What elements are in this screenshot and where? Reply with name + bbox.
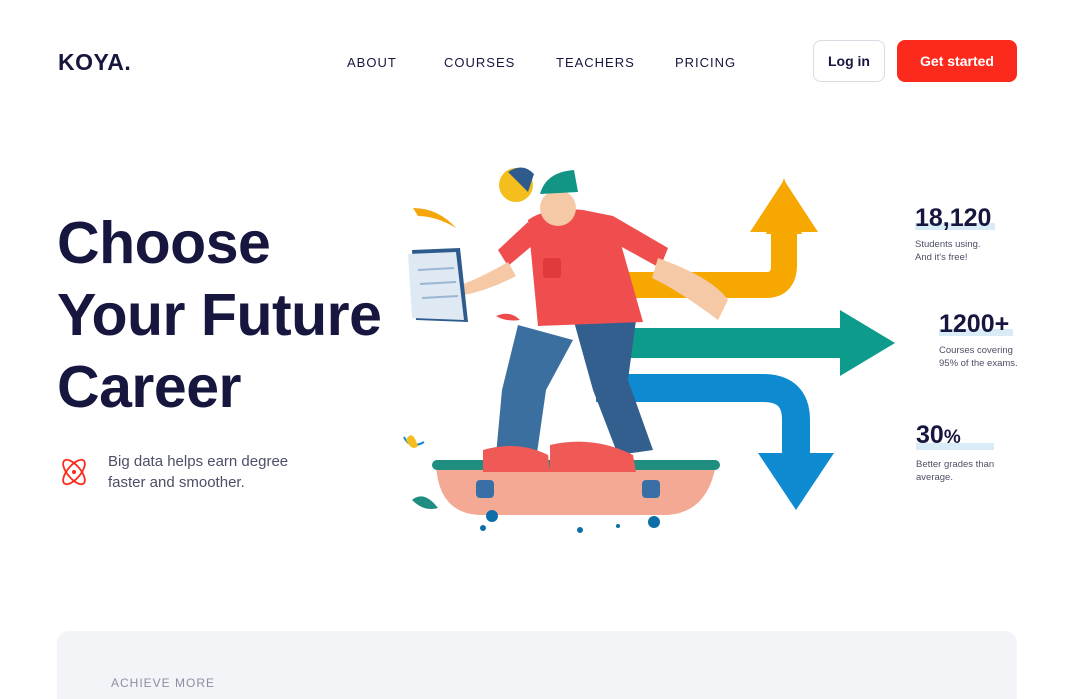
nav-courses[interactable]: COURSES [444,55,515,70]
hero-illustration [403,167,895,533]
stat-value-text: 30 [916,421,944,449]
stat-desc-line: And it's free! [915,252,968,263]
hero-title-line: Career [57,354,241,420]
stat-students: 18,120 Students using. And it's free! [915,204,995,264]
section-label: ACHIEVE MORE [111,676,216,690]
stat-desc: Students using. And it's free! [915,238,991,264]
login-button[interactable]: Log in [813,40,885,82]
hero-title-line: Your Future [57,282,382,348]
stat-desc-line: Courses covering [939,345,1013,356]
atom-icon [62,458,86,486]
stat-desc-line: Students using. [915,239,981,250]
feature-text-line: Big data helps earn degree [108,453,289,470]
stat-desc-line: average. [916,472,953,483]
stat-desc-line: Better grades than [916,459,995,470]
stat-value-text: 1200+ [939,310,1010,338]
hero-title-line: Choose [57,210,271,276]
nav-teachers[interactable]: TEACHERS [556,55,635,70]
stat-desc: Courses covering 95% of the exams. [939,344,1018,370]
stat-value-text: 18,120 [915,204,992,232]
person-torso-shape [460,209,728,326]
stat-value: 18,120 [915,204,995,232]
achieve-more-section: ACHIEVE MORE [57,631,1017,699]
stat-value: 1200+ [939,310,1018,338]
person-legs-shape [483,318,653,472]
hero-feature: Big data helps earn degree faster and sm… [58,451,318,493]
nav-pricing[interactable]: PRICING [675,55,736,70]
feature-text-line: faster and smoother. [108,474,245,491]
feature-text: Big data helps earn degree faster and sm… [108,451,318,493]
stat-grades: 30% Better grades than average. [916,421,994,484]
hero-title: Choose Your Future Career [57,207,387,423]
stat-value-suffix: % [943,427,961,448]
get-started-button[interactable]: Get started [897,40,1017,82]
book-shape [408,248,468,322]
stat-value: 30% [916,421,994,452]
stat-desc-line: 95% of the exams. [939,358,1018,369]
nav-about[interactable]: ABOUT [347,55,397,70]
stat-desc: Better grades than average. [916,458,994,484]
stat-courses: 1200+ Courses covering 95% of the exams. [939,310,1018,370]
